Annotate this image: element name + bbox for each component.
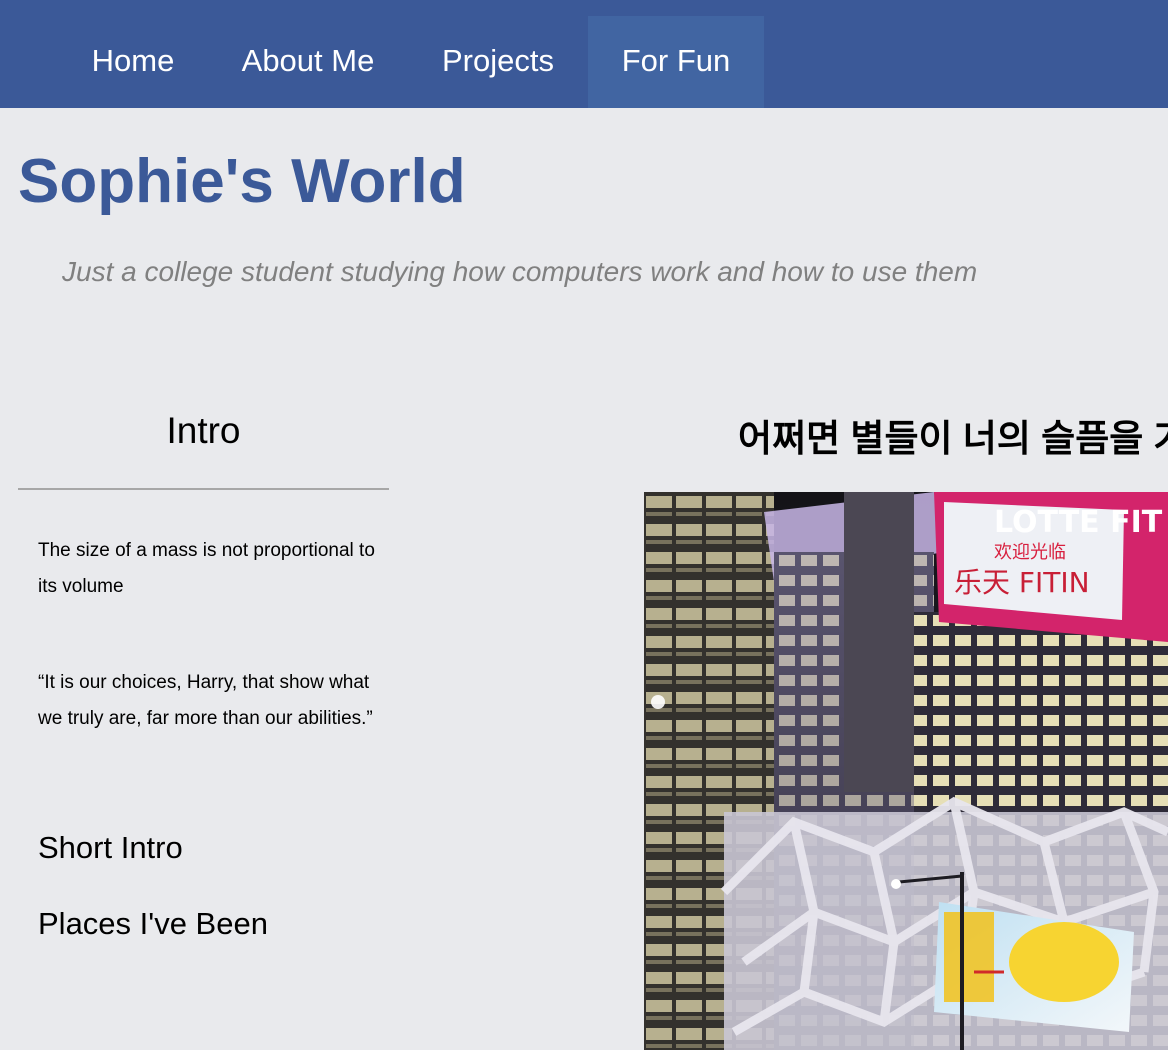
night-building-photo: LOTTE FIT 欢迎光临 乐天 FITIN [644,492,1168,1050]
sign-fitin-text: 乐天 FITIN [954,566,1090,599]
sidebar-link-places-been[interactable]: Places I've Been [38,906,268,942]
intro-fact-text: The size of a mass is not proportional t… [38,540,375,597]
sign-lotte-text: LOTTE FIT [994,505,1163,540]
sidebar-divider [18,488,389,490]
nav-item-home[interactable]: Home [70,16,196,108]
top-navbar: Home About Me Projects For Fun [0,0,1168,108]
nav-item-for-fun[interactable]: For Fun [588,16,764,108]
nav-item-projects[interactable]: Projects [420,16,576,108]
site-tagline: Just a college student studying how comp… [62,256,978,287]
building-photo-illustration: LOTTE FIT 欢迎光临 乐天 FITIN [644,492,1168,1050]
intro-quote-text: “It is our choices, Harry, that show wha… [38,672,373,729]
nav-item-about-me[interactable]: About Me [220,16,396,108]
sign-welcome-text: 欢迎光临 [994,542,1066,563]
site-title: Sophie's World [18,147,466,216]
sidebar-title: Intro [166,410,241,451]
korean-heading: 어쩌면 별들이 너의 슬픔을 가 [738,418,1168,459]
sidebar-link-short-intro[interactable]: Short Intro [38,830,183,866]
